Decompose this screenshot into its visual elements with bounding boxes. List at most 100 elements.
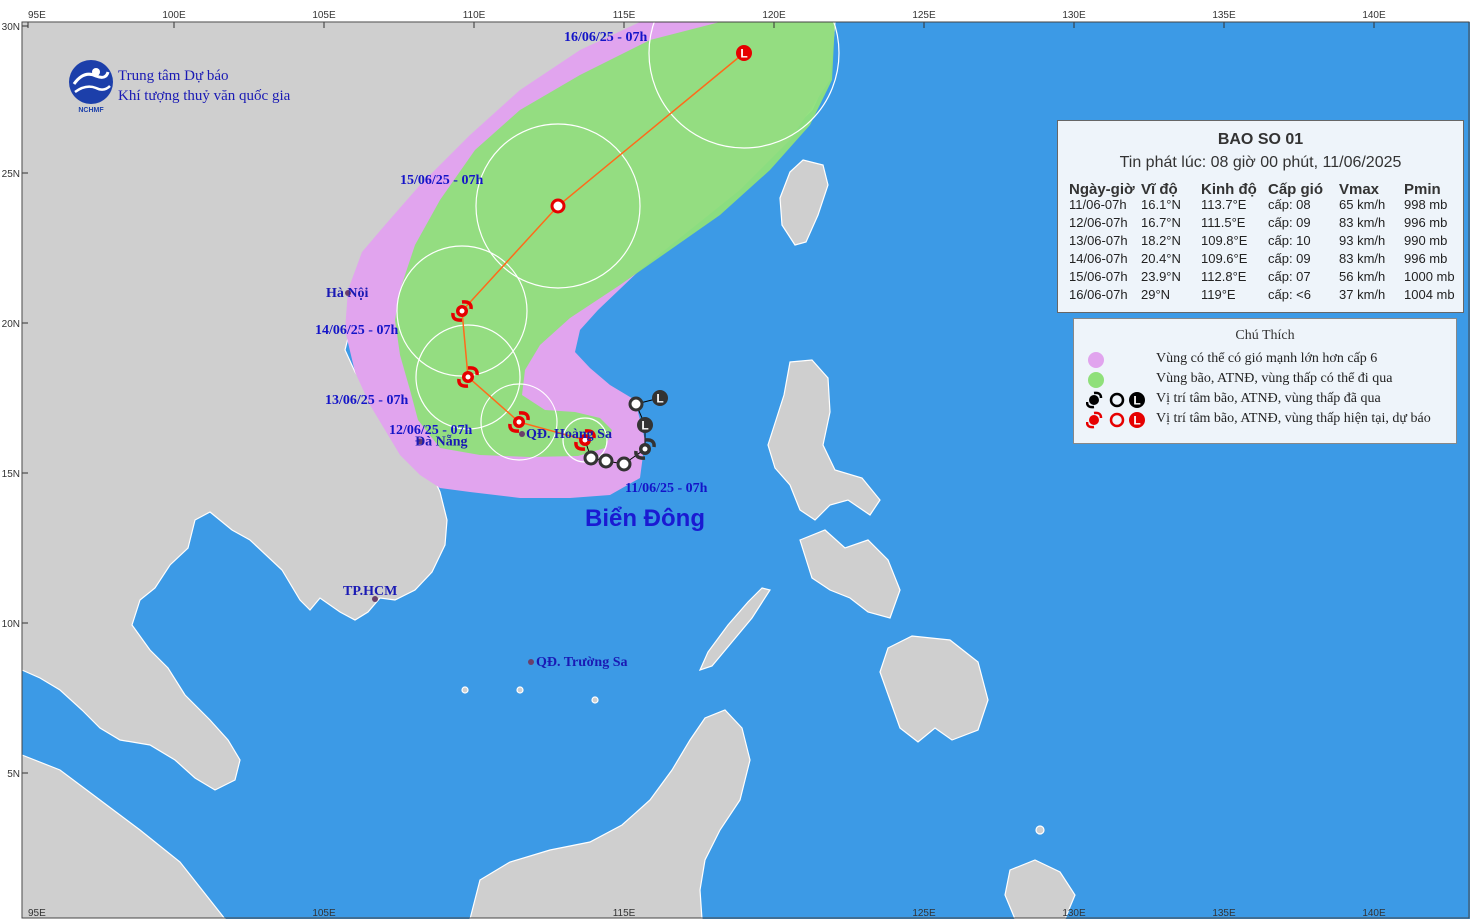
header-pmin: Pmin <box>1404 181 1441 198</box>
legend-item-storm-zone: Vùng bão, ATNĐ, vùng thấp có thể đi qua <box>1086 370 1456 390</box>
cell-wind-level: cấp: 10 <box>1268 233 1311 248</box>
cell-pmin: 1000 mb <box>1404 269 1455 284</box>
agency-name-line1: Trung tâm Dự báo <box>118 68 229 84</box>
land-islet <box>1035 825 1045 835</box>
land-islet <box>461 686 469 694</box>
past-low-icon: L <box>637 417 653 433</box>
lon-tick-label-bottom: 140E <box>1362 908 1386 919</box>
legend-item-past: L Vị trí tâm bão, ATNĐ, vùng thấp đã qua <box>1086 390 1456 410</box>
header-datetime: Ngày-giờ <box>1069 181 1135 198</box>
legend-item-text: Vị trí tâm bão, ATNĐ, vùng thấp đã qua <box>1156 391 1381 406</box>
track-time-label: 11/06/25 - 07h <box>625 481 708 496</box>
place-label: QĐ. Trường Sa <box>536 655 628 670</box>
lat-tick-label: 25N <box>2 169 20 180</box>
legend-item-text: Vùng có thể có gió mạnh lớn hơn cấp 6 <box>1156 351 1378 366</box>
lon-tick-label-bottom: 105E <box>312 908 336 919</box>
track-time-label: 14/06/25 - 07h <box>315 323 398 338</box>
lon-tick-label: 95E <box>28 10 46 21</box>
agency-name-line2: Khí tượng thuỷ văn quốc gia <box>118 88 291 104</box>
svg-text:L: L <box>740 47 747 61</box>
lon-tick-label: 130E <box>1062 10 1086 21</box>
low-pressure-icon: L <box>736 45 752 61</box>
legend-title: Chú Thích <box>1235 328 1295 343</box>
cell-longitude: 119°E <box>1201 287 1236 302</box>
past-depression-icon <box>616 456 632 472</box>
svg-text:L: L <box>1133 414 1140 428</box>
cell-wind-level: cấp: 09 <box>1268 251 1311 266</box>
header-vmax: Vmax <box>1339 181 1380 198</box>
current-position-symbols-icon: L <box>1086 411 1145 429</box>
cell-wind-level: cấp: 07 <box>1268 269 1311 284</box>
depression-icon <box>550 198 566 214</box>
past-depression-icon <box>583 450 599 466</box>
place-label: QĐ. Hoàng Sa <box>526 427 612 442</box>
cell-vmax: 83 km/h <box>1339 215 1386 230</box>
lon-tick-label-bottom: 125E <box>912 908 936 919</box>
track-time-label: 15/06/25 - 07h <box>400 173 483 188</box>
cell-datetime: 11/06-07h <box>1069 197 1127 212</box>
place-label: Đà Nẵng <box>415 434 468 450</box>
cell-longitude: 111.5°E <box>1201 215 1246 230</box>
lon-tick-label: 110E <box>463 10 486 21</box>
sea-label: Biển Đông <box>585 505 705 532</box>
lon-tick-label: 140E <box>1362 10 1386 21</box>
lon-tick-label: 115E <box>613 10 636 21</box>
cell-vmax: 65 km/h <box>1339 197 1386 212</box>
cell-longitude: 113.7°E <box>1201 197 1247 212</box>
bulletin-title: BAO SO 01 <box>1217 131 1304 148</box>
header-longitude: Kinh độ <box>1201 181 1257 198</box>
cell-latitude: 29°N <box>1141 287 1171 302</box>
lon-tick-label: 125E <box>912 10 936 21</box>
header-wind-level: Cấp gió <box>1268 181 1323 198</box>
bulletin-panel: BAO SO 01 Tin phát lúc: 08 giờ 00 phút, … <box>1057 120 1464 313</box>
header-latitude: Vĩ độ <box>1141 181 1178 198</box>
legend-item-wind-zone: Vùng có thể có gió mạnh lớn hơn cấp 6 <box>1086 350 1456 370</box>
cell-vmax: 93 km/h <box>1339 233 1386 248</box>
cell-vmax: 56 km/h <box>1339 269 1386 284</box>
place-label: Hà Nội <box>326 286 369 301</box>
legend-panel: Chú Thích Vùng có thể có gió mạnh lớn hơ… <box>1073 318 1457 444</box>
lon-tick-label-bottom: 135E <box>1212 908 1236 919</box>
place-label: TP.HCM <box>343 584 397 599</box>
cell-vmax: 83 km/h <box>1339 251 1386 266</box>
lon-tick-label-bottom: 95E <box>28 908 46 919</box>
cell-datetime: 12/06-07h <box>1069 215 1128 230</box>
cell-latitude: 16.7°N <box>1141 215 1181 230</box>
lon-tick-label-bottom: 130E <box>1062 908 1086 919</box>
cell-datetime: 16/06-07h <box>1069 287 1128 302</box>
cell-pmin: 990 mb <box>1404 233 1448 248</box>
cell-pmin: 1004 mb <box>1404 287 1455 302</box>
lon-tick-label: 100E <box>162 10 186 21</box>
legend-item-current: L Vị trí tâm bão, ATNĐ, vùng thấp hiện t… <box>1086 410 1456 430</box>
cell-latitude: 23.9°N <box>1141 269 1181 284</box>
lat-tick-label: 30N <box>2 22 20 33</box>
nchmf-logo-icon: NCHMF <box>69 60 113 114</box>
cell-pmin: 998 mb <box>1404 197 1448 212</box>
past-position-symbols-icon: L <box>1086 391 1145 409</box>
cell-datetime: 13/06-07h <box>1069 233 1128 248</box>
legend-item-text: Vùng bão, ATNĐ, vùng thấp có thể đi qua <box>1156 371 1393 386</box>
lon-tick-label: 120E <box>762 10 786 21</box>
place-dot <box>519 431 525 437</box>
cell-longitude: 112.8°E <box>1201 269 1247 284</box>
logo-text: NCHMF <box>78 107 104 114</box>
lon-tick-label: 135E <box>1212 10 1236 21</box>
svg-text:L: L <box>1133 394 1140 408</box>
cell-pmin: 996 mb <box>1404 251 1448 266</box>
lon-tick-label: 105E <box>312 10 336 21</box>
cell-latitude: 16.1°N <box>1141 197 1181 212</box>
land-islet <box>591 696 599 704</box>
cell-vmax: 37 km/h <box>1339 287 1386 302</box>
cell-wind-level: cấp: 08 <box>1268 197 1311 212</box>
cell-longitude: 109.8°E <box>1201 233 1248 248</box>
past-depression-icon <box>628 396 644 412</box>
track-time-label: 16/06/25 - 07h <box>564 30 647 45</box>
past-low-icon: L <box>652 390 668 406</box>
cell-latitude: 20.4°N <box>1141 251 1181 266</box>
bulletin-issued-time: Tin phát lúc: 08 giờ 00 phút, 11/06/2025 <box>1119 154 1402 171</box>
lat-tick-label: 20N <box>2 319 20 330</box>
svg-text:L: L <box>641 419 648 433</box>
cell-datetime: 14/06-07h <box>1069 251 1128 266</box>
cell-pmin: 996 mb <box>1404 215 1448 230</box>
agency-header: NCHMF Trung tâm Dự báo Khí tượng thuỷ vă… <box>66 58 366 118</box>
